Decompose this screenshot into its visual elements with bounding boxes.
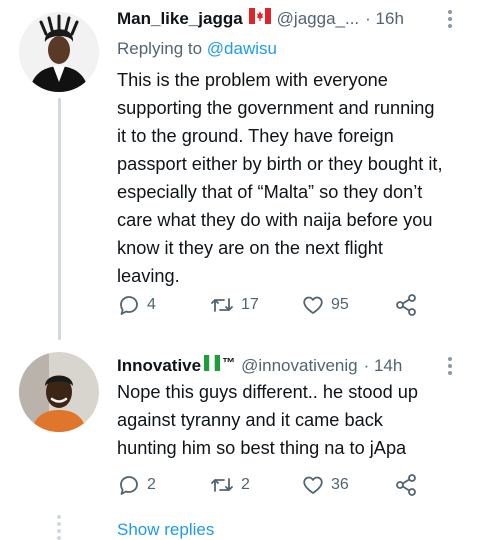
- handle[interactable]: @innovativenig: [241, 356, 358, 376]
- share-button[interactable]: [393, 472, 433, 498]
- replying-to: Replying to @dawisu: [117, 39, 277, 59]
- thread-line: [58, 98, 61, 340]
- like-button[interactable]: 95: [301, 293, 393, 317]
- reply-button[interactable]: 4: [117, 293, 209, 317]
- handle[interactable]: @jagga_...: [277, 9, 359, 29]
- tweet-2[interactable]: Innovative ™ @innovativenig · 14h Nope t…: [0, 340, 480, 540]
- share-icon: [393, 292, 419, 318]
- reply-icon: [117, 293, 141, 317]
- tweet-line: hunting him so best thing na to jApa: [117, 438, 407, 458]
- share-button[interactable]: [393, 292, 433, 318]
- tweet-header: Man_like_jagga @jagga_... · 16h: [117, 8, 404, 29]
- reply-icon: [117, 473, 141, 497]
- more-options-icon[interactable]: [447, 357, 453, 378]
- action-bar: 4 17 95: [117, 292, 433, 318]
- tweet-line: leaving.: [117, 266, 180, 286]
- tweet-line: it to the ground. They have foreign: [117, 126, 394, 146]
- retweet-count: 2: [241, 476, 250, 493]
- tweet-line: passport either by birth or they bought …: [117, 154, 443, 174]
- more-options-icon[interactable]: [447, 10, 453, 31]
- like-count: 95: [331, 296, 349, 313]
- display-name[interactable]: Man_like_jagga: [117, 9, 243, 29]
- thread-dots: [57, 515, 61, 540]
- avatar[interactable]: [19, 352, 99, 432]
- like-count: 36: [331, 476, 349, 493]
- nigeria-flag-icon: [204, 355, 221, 376]
- tweet-line: Nope this guys different.. he stood up: [117, 382, 418, 402]
- share-icon: [393, 472, 419, 498]
- display-name[interactable]: Innovative: [117, 356, 201, 376]
- tweet-text: This is the problem with everyone suppor…: [117, 68, 443, 292]
- tweet-line: care what they do with naija before you: [117, 210, 433, 230]
- retweet-button[interactable]: 17: [209, 293, 301, 317]
- retweet-icon: [209, 473, 235, 497]
- tweet-1[interactable]: Man_like_jagga @jagga_... · 16h Replying…: [0, 0, 480, 340]
- like-button[interactable]: 36: [301, 473, 393, 497]
- canada-flag-icon: [248, 8, 271, 29]
- heart-icon: [301, 473, 325, 497]
- reply-count: 4: [147, 296, 156, 313]
- replying-to-mention[interactable]: @dawisu: [207, 39, 277, 58]
- timestamp[interactable]: · 14h: [364, 356, 403, 376]
- reply-count: 2: [147, 476, 156, 493]
- avatar[interactable]: [19, 12, 99, 92]
- show-replies-link[interactable]: Show replies: [117, 520, 214, 540]
- tweet-line: This is the problem with everyone: [117, 70, 388, 90]
- retweet-icon: [209, 293, 235, 317]
- tweet-text: Nope this guys different.. he stood up a…: [117, 380, 418, 464]
- heart-icon: [301, 293, 325, 317]
- retweet-button[interactable]: 2: [209, 473, 301, 497]
- reply-button[interactable]: 2: [117, 473, 209, 497]
- trademark-symbol: ™: [222, 355, 236, 370]
- action-bar: 2 2 36: [117, 472, 433, 498]
- tweet-line: against tyranny and it came back: [117, 410, 383, 430]
- tweet-header: Innovative ™ @innovativenig · 14h: [117, 355, 402, 376]
- retweet-count: 17: [241, 296, 259, 313]
- timestamp[interactable]: · 16h: [365, 9, 404, 29]
- tweet-line: supporting the government and running: [117, 98, 435, 118]
- tweet-line: know it they are on the next flight: [117, 238, 383, 258]
- replying-to-label: Replying to: [117, 39, 207, 58]
- tweet-line: especially that of “Malta” so they don’t: [117, 182, 423, 202]
